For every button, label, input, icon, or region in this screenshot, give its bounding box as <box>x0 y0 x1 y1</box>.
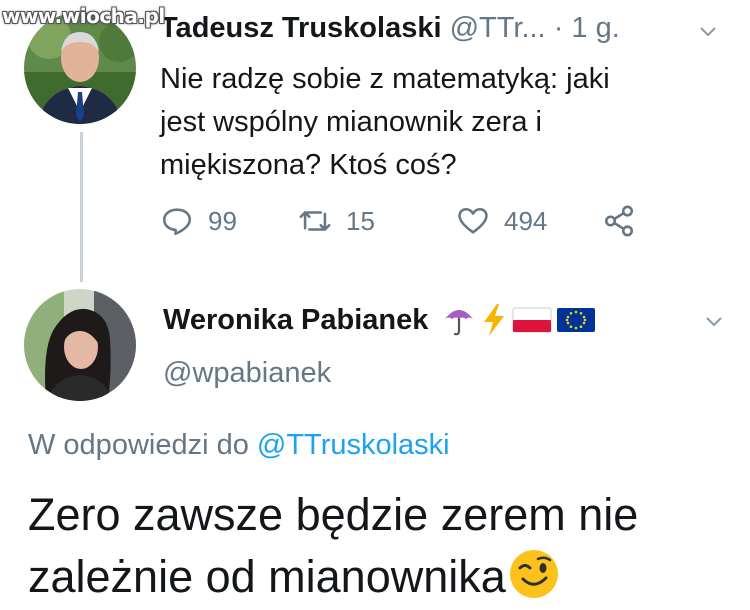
winking-face-icon <box>509 550 558 598</box>
reply-button[interactable]: 99 <box>160 204 237 238</box>
tweet1-author-name[interactable]: Tadeusz Truskolaski <box>160 12 442 44</box>
avatar-photo-icon <box>24 289 136 401</box>
tweet2-author-name[interactable]: Weronika Pabianek <box>163 304 428 337</box>
name-emojis <box>442 303 596 337</box>
eu-flag-icon <box>557 308 596 332</box>
thread-line <box>80 132 83 282</box>
watermark: www.wiocha.pl <box>2 4 165 28</box>
tweet1-separator: · <box>553 12 564 44</box>
reply-context: W odpowiedzi do @TTruskolaski <box>28 429 450 462</box>
reply-prefix: W odpowiedzi do <box>28 429 249 461</box>
tweet2-text-block: Zero zawsze będzie zerem nie zależnie od… <box>28 484 738 608</box>
poland-flag-icon <box>512 307 552 333</box>
tweet1-handle[interactable]: @TTr... <box>450 12 546 44</box>
reply-to-link[interactable]: @TTruskolaski <box>257 429 450 461</box>
like-count: 494 <box>504 205 548 236</box>
avatar-tadeusz[interactable] <box>24 12 136 124</box>
tweet1-time[interactable]: 1 g. <box>571 12 619 44</box>
umbrella-icon <box>445 310 474 336</box>
lightning-icon <box>484 304 505 336</box>
share-button[interactable] <box>602 204 636 238</box>
tweet1-header: Tadeusz Truskolaski @TTr... · 1 g. <box>160 12 620 45</box>
retweet-count: 15 <box>346 205 375 236</box>
reply-count: 99 <box>208 205 237 236</box>
tweet2-handle[interactable]: @wpabianek <box>163 357 331 390</box>
avatar-photo-icon <box>24 12 136 124</box>
tweet1-text: Nie radzę sobie z matematyką: jaki jest … <box>160 63 610 181</box>
avatar-weronika[interactable] <box>24 289 136 401</box>
share-icon <box>604 205 634 237</box>
retweet-button[interactable]: 15 <box>298 204 375 238</box>
like-button[interactable]: 494 <box>456 204 547 238</box>
heart-icon <box>458 207 488 234</box>
reply-icon <box>162 208 192 236</box>
retweet-icon <box>299 211 331 231</box>
tweet2-author-row: Weronika Pabianek <box>163 303 596 337</box>
chevron-down-icon[interactable] <box>698 22 718 42</box>
chevron-down-icon[interactable] <box>704 312 724 332</box>
